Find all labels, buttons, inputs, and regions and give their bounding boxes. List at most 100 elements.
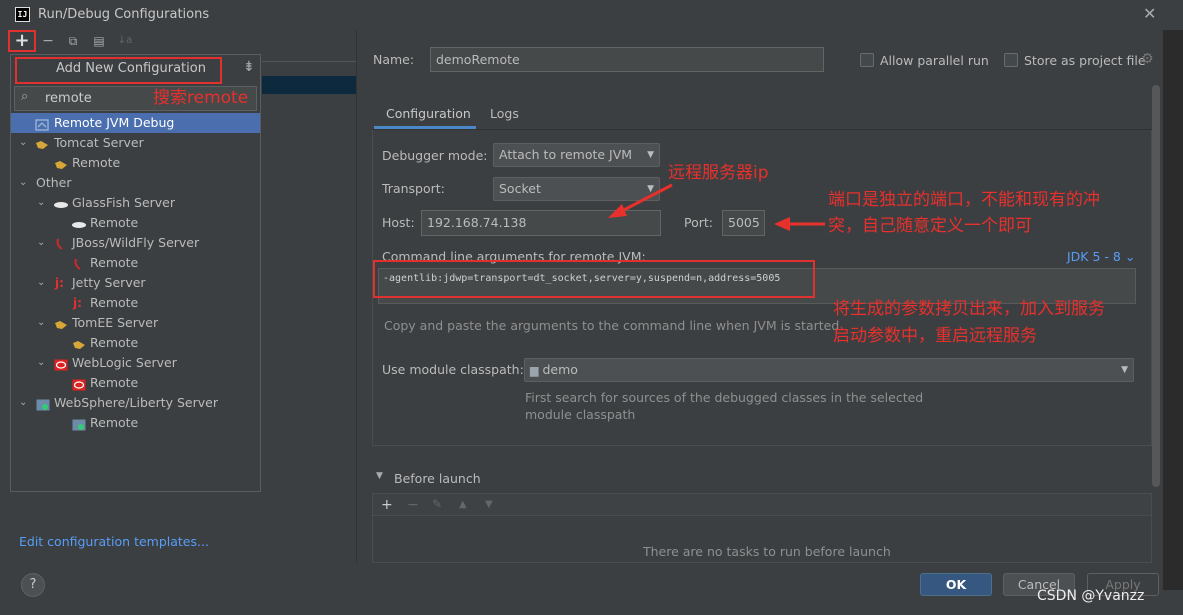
help-button[interactable]: ?: [21, 573, 45, 597]
search-icon: ⌕: [21, 89, 29, 104]
tree-item-label: JBoss/WildFly Server: [72, 235, 200, 250]
tree-item-tomcat-remote[interactable]: Remote: [11, 153, 260, 173]
transport-value: Socket: [499, 181, 541, 196]
annotation-port-line2: 突，自己随意定义一个即可: [828, 216, 1032, 236]
tree-item-label: Remote: [90, 375, 139, 390]
tree-item-label: Tomcat Server: [54, 135, 144, 150]
chevron-down-icon[interactable]: ⌄: [37, 313, 45, 333]
transport-label: Transport:: [382, 181, 445, 196]
chevron-down-icon[interactable]: ⌄: [37, 233, 45, 253]
selected-tree-row[interactable]: [262, 76, 356, 94]
tree-item-websphere-remote[interactable]: Remote: [11, 413, 260, 433]
glassfish-icon: [53, 197, 68, 209]
folder-icon: ▆: [530, 364, 539, 377]
chevron-down-icon: ▼: [1121, 365, 1128, 375]
gear-icon[interactable]: ⚙: [1141, 51, 1154, 67]
chevron-down-icon[interactable]: ⌄: [37, 353, 45, 373]
name-input[interactable]: demoRemote: [430, 47, 824, 72]
vertical-scrollbar[interactable]: [1152, 85, 1160, 487]
websphere-icon: [72, 417, 86, 431]
divider: [262, 61, 356, 62]
tree-item-label: WebSphere/Liberty Server: [54, 395, 218, 410]
chevron-down-icon[interactable]: ⌄: [19, 133, 27, 153]
store-as-project-checkbox[interactable]: [1004, 53, 1018, 67]
intellij-logo-icon: IJ: [15, 7, 30, 22]
add-task-button[interactable]: +: [381, 497, 393, 513]
annotation-search: 搜索remote: [153, 88, 249, 108]
name-label: Name:: [373, 52, 415, 67]
tomcat-icon: [35, 137, 49, 149]
add-configuration-button[interactable]: +: [8, 30, 36, 52]
tree-item-tomcat-server[interactable]: ⌄ Tomcat Server: [11, 133, 260, 153]
tab-logs[interactable]: Logs: [490, 106, 519, 121]
move-up-icon[interactable]: ▲: [459, 499, 467, 510]
tree-item-glassfish-remote[interactable]: Remote: [11, 213, 260, 233]
tree-item-jetty-server[interactable]: ⌄ j: Jetty Server: [11, 273, 260, 293]
allow-parallel-label: Allow parallel run: [880, 53, 989, 68]
pin-icon[interactable]: ⇟: [243, 59, 255, 75]
jdk-version-link[interactable]: JDK 5 - 8 ⌄: [1067, 249, 1135, 264]
tree-item-label: Remote: [90, 415, 139, 430]
tree-item-tomee-remote[interactable]: Remote: [11, 333, 260, 353]
tree-item-label: Remote: [90, 335, 139, 350]
tree-item-label: TomEE Server: [72, 315, 159, 330]
debugger-mode-select[interactable]: Attach to remote JVM ▼: [493, 143, 660, 167]
tree-item-remote-jvm-debug[interactable]: Remote JVM Debug: [11, 113, 260, 133]
watermark: CSDN @Yvanzz: [1037, 588, 1145, 604]
weblogic-icon: [72, 377, 86, 391]
tree-item-other[interactable]: ⌄ Other: [11, 173, 260, 193]
copy-configuration-button[interactable]: ⧉: [62, 33, 84, 49]
tree-item-websphere-server[interactable]: ⌄ WebSphere/Liberty Server: [11, 393, 260, 413]
window-title: Run/Debug Configurations: [38, 7, 210, 22]
remove-task-button[interactable]: −: [407, 497, 419, 513]
chevron-down-icon: ▼: [647, 150, 654, 160]
cmd-hint: Copy and paste the arguments to the comm…: [384, 318, 840, 333]
tree-item-jboss-remote[interactable]: Remote: [11, 253, 260, 273]
tomee-icon: [72, 337, 86, 349]
tree-item-label: GlassFish Server: [72, 195, 175, 210]
before-launch-title: Before launch: [394, 471, 481, 486]
chevron-down-icon[interactable]: ⌄: [19, 173, 27, 193]
allow-parallel-checkbox[interactable]: [860, 53, 874, 67]
tab-configuration[interactable]: Configuration: [386, 106, 471, 121]
jetty-icon: j:: [73, 296, 82, 310]
tree-item-glassfish-server[interactable]: ⌄ GlassFish Server: [11, 193, 260, 213]
background-window-edge: [1163, 30, 1183, 590]
module-classpath-label: Use module classpath:: [382, 362, 524, 377]
tree-item-tomee-server[interactable]: ⌄ TomEE Server: [11, 313, 260, 333]
close-icon[interactable]: ✕: [1143, 4, 1156, 23]
tree-item-weblogic-server[interactable]: ⌄ WebLogic Server: [11, 353, 260, 373]
ok-button[interactable]: OK: [920, 573, 992, 596]
debugger-mode-label: Debugger mode:: [382, 148, 488, 163]
tree-item-label: Remote: [72, 155, 121, 170]
jboss-icon: [55, 237, 69, 250]
tree-item-jboss-server[interactable]: ⌄ JBoss/WildFly Server: [11, 233, 260, 253]
remove-configuration-button[interactable]: −: [37, 33, 59, 49]
annotation-highlight-box: [15, 57, 222, 84]
port-label: Port:: [684, 215, 713, 230]
edit-templates-link[interactable]: Edit configuration templates...: [19, 534, 209, 549]
chevron-down-icon[interactable]: ⌄: [37, 273, 45, 293]
module-hint-line2: module classpath: [525, 407, 636, 422]
tree-item-weblogic-remote[interactable]: Remote: [11, 373, 260, 393]
jboss-icon: [73, 257, 87, 270]
tree-item-label: Remote: [90, 295, 139, 310]
move-down-icon[interactable]: ▼: [485, 499, 493, 510]
jetty-icon: j:: [55, 276, 64, 290]
active-tab-indicator: [374, 126, 476, 129]
edit-task-icon[interactable]: ✎: [432, 497, 442, 511]
move-to-folder-button[interactable]: ▤: [88, 33, 110, 49]
no-tasks-text: There are no tasks to run before launch: [643, 544, 891, 559]
websphere-icon: [36, 397, 50, 411]
annotation-highlight-box: [373, 260, 815, 298]
tree-item-label: Remote: [90, 255, 139, 270]
port-input[interactable]: 5005: [722, 210, 765, 236]
search-input[interactable]: remote: [45, 91, 92, 106]
tree-item-jetty-remote[interactable]: j: Remote: [11, 293, 260, 313]
sort-button[interactable]: ↓a: [114, 33, 136, 49]
module-classpath-select[interactable]: ▆ demo ▼: [524, 358, 1134, 382]
tomcat-icon: [54, 157, 68, 169]
chevron-down-icon[interactable]: ⌄: [37, 193, 45, 213]
chevron-down-icon[interactable]: ▼: [376, 471, 383, 481]
chevron-down-icon[interactable]: ⌄: [19, 393, 27, 413]
